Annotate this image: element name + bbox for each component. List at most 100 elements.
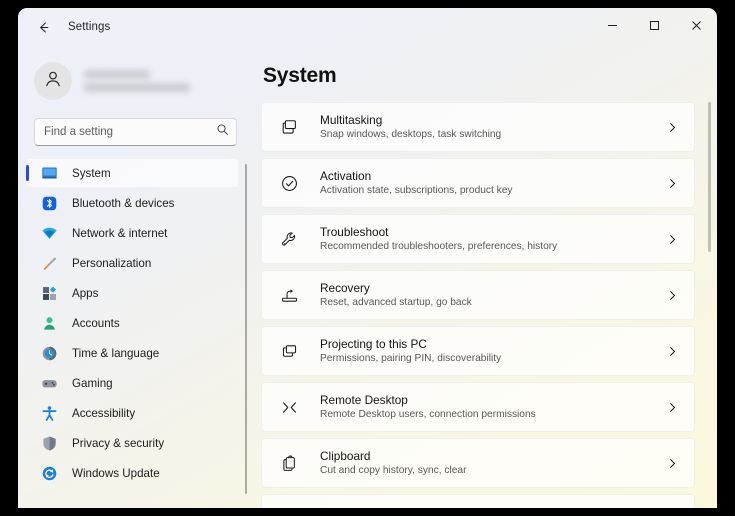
sidebar-item-personalization[interactable]: Personalization: [26, 248, 239, 278]
avatar: [34, 62, 72, 100]
search-box: [34, 118, 237, 146]
wifi-icon: [40, 224, 58, 242]
bluetooth-icon: [40, 194, 58, 212]
gamepad-icon: [40, 374, 58, 392]
card-subtitle: Recommended troubleshooters, preferences…: [320, 240, 558, 252]
settings-card-remote-desktop[interactable]: Remote Desktop Remote Desktop users, con…: [261, 382, 695, 432]
wrench-icon: [278, 228, 300, 250]
sidebar-item-label: Bluetooth & devices: [72, 196, 175, 210]
back-arrow-icon: [36, 20, 51, 35]
sidebar-item-system[interactable]: System: [26, 158, 239, 188]
clipboard-icon: [278, 452, 300, 474]
card-text: Clipboard Cut and copy history, sync, cl…: [320, 449, 667, 478]
search-input[interactable]: [34, 118, 237, 146]
sidebar-item-apps[interactable]: Apps: [26, 278, 239, 308]
sidebar: System Bluetooth & devices: [18, 46, 253, 508]
chevron-right-icon: [667, 178, 678, 189]
maximize-button[interactable]: [633, 8, 675, 46]
sidebar-item-label: Gaming: [72, 376, 113, 390]
person-icon: [40, 314, 58, 332]
page-title: System: [263, 64, 337, 87]
close-button[interactable]: [675, 8, 717, 46]
sidebar-item-label: Time & language: [72, 346, 160, 360]
card-subtitle: Permissions, pairing PIN, discoverabilit…: [320, 352, 502, 364]
card-text: Activation Activation state, subscriptio…: [320, 169, 667, 198]
desktop-backdrop: Settings Find a setting System Bluetooth…: [0, 0, 735, 516]
sidebar-scrollbar[interactable]: [245, 164, 247, 494]
settings-card-list: Multitasking Snap windows, desktops, tas…: [261, 102, 717, 508]
sidebar-item-label: Apps: [72, 286, 99, 300]
sidebar-item-label: Windows Update: [72, 466, 160, 480]
monitor-icon: [40, 164, 58, 182]
card-text: Troubleshoot Recommended troubleshooters…: [320, 225, 667, 254]
sidebar-item-windows-update[interactable]: Windows Update: [26, 458, 239, 488]
sidebar-item-gaming[interactable]: Gaming: [26, 368, 239, 398]
projection-screens-icon: [278, 340, 300, 362]
settings-card-recovery[interactable]: Recovery Reset, advanced startup, go bac…: [261, 270, 695, 320]
shield-icon: [40, 434, 58, 452]
card-subtitle: Snap windows, desktops, task switching: [320, 128, 502, 140]
settings-card-activation[interactable]: Activation Activation state, subscriptio…: [261, 158, 695, 208]
chevron-right-icon: [667, 402, 678, 413]
clock-icon: [40, 344, 58, 362]
main-content: System Multitasking Snap windows, deskto…: [253, 46, 717, 508]
card-subtitle: Remote Desktop users, connection permiss…: [320, 408, 536, 420]
person-avatar-icon: [42, 68, 64, 95]
chevron-right-icon: [667, 458, 678, 469]
chevron-right-icon: [667, 234, 678, 245]
sidebar-item-time-language[interactable]: Time & language: [26, 338, 239, 368]
maximize-icon: [649, 18, 660, 36]
sidebar-item-label: Privacy & security: [72, 436, 165, 450]
accessibility-icon: [40, 404, 58, 422]
sidebar-item-label: System: [72, 166, 111, 180]
account-block[interactable]: [18, 46, 253, 114]
minimize-button[interactable]: [591, 8, 633, 46]
card-subtitle: Activation state, subscriptions, product…: [320, 184, 513, 196]
main-scrollbar[interactable]: [708, 102, 711, 252]
settings-card-multitasking[interactable]: Multitasking Snap windows, desktops, tas…: [261, 102, 695, 152]
minimize-icon: [607, 18, 618, 36]
update-refresh-icon: [40, 464, 58, 482]
card-title: Troubleshoot: [320, 224, 389, 239]
card-title: Clipboard: [320, 448, 371, 463]
window-body: System Bluetooth & devices: [18, 46, 717, 508]
chevron-right-icon: [667, 346, 678, 357]
sidebar-item-bluetooth-devices[interactable]: Bluetooth & devices: [26, 188, 239, 218]
card-title: Multitasking: [320, 112, 383, 127]
account-name-redacted: [84, 70, 150, 79]
chevron-right-icon: [667, 290, 678, 301]
card-text: Projecting to this PC Permissions, pairi…: [320, 337, 667, 366]
settings-window: Settings Find a setting System Bluetooth…: [18, 8, 717, 508]
card-title: Recovery: [320, 280, 370, 295]
chevron-right-icon: [667, 122, 678, 133]
sidebar-item-privacy-security[interactable]: Privacy & security: [26, 428, 239, 458]
sidebar-item-accessibility[interactable]: Accessibility: [26, 398, 239, 428]
card-text: Remote Desktop Remote Desktop users, con…: [320, 393, 667, 422]
card-subtitle: Cut and copy history, sync, clear: [320, 464, 467, 476]
app-title: Settings: [68, 21, 111, 33]
paintbrush-icon: [40, 254, 58, 272]
sidebar-item-label: Personalization: [72, 256, 152, 270]
recovery-arrow-icon: [278, 284, 300, 306]
back-button[interactable]: [28, 12, 58, 42]
account-text: [84, 70, 190, 92]
card-text: Multitasking Snap windows, desktops, tas…: [320, 113, 667, 142]
settings-card-projecting-to-this-pc[interactable]: Projecting to this PC Permissions, pairi…: [261, 326, 695, 376]
card-title: Projecting to this PC: [320, 336, 427, 351]
window-titlebar: Settings: [18, 8, 717, 46]
window-controls: [591, 8, 717, 46]
card-text: Recovery Reset, advanced startup, go bac…: [320, 281, 667, 310]
sidebar-item-label: Accessibility: [72, 406, 136, 420]
settings-card-clipboard[interactable]: Clipboard Cut and copy history, sync, cl…: [261, 438, 695, 488]
settings-card-troubleshoot[interactable]: Troubleshoot Recommended troubleshooters…: [261, 214, 695, 264]
sidebar-item-network-internet[interactable]: Network & internet: [26, 218, 239, 248]
remote-desktop-arrows-icon: [278, 396, 300, 418]
settings-card-about[interactable]: About: [261, 494, 695, 508]
check-circle-icon: [278, 172, 300, 194]
card-subtitle: Reset, advanced startup, go back: [320, 296, 472, 308]
account-email-redacted: [84, 83, 190, 92]
sidebar-item-label: Accounts: [72, 316, 120, 330]
card-title: Activation: [320, 168, 372, 183]
sidebar-item-label: Network & internet: [72, 226, 168, 240]
sidebar-item-accounts[interactable]: Accounts: [26, 308, 239, 338]
